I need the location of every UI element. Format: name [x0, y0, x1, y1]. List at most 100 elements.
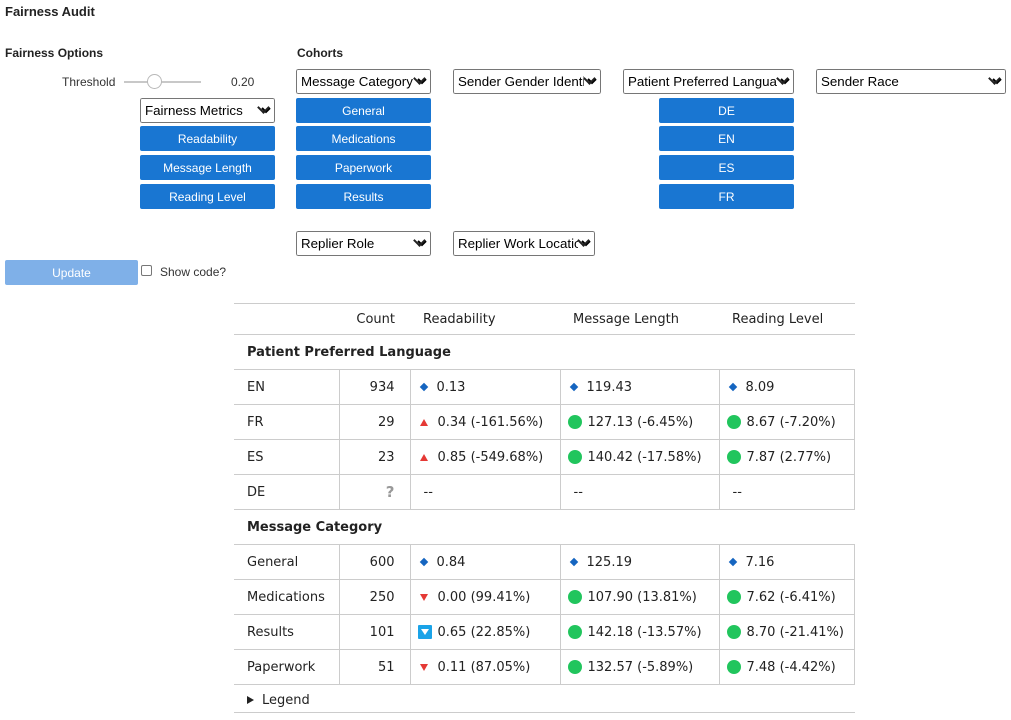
show-code-checkbox[interactable]: [141, 265, 152, 276]
message-category-dropdown[interactable]: Message Category: [296, 69, 431, 94]
metric-value: 8.70 (-21.41%): [746, 624, 844, 640]
cohort-button-fr[interactable]: FR: [659, 184, 794, 209]
level-cell: 8.09: [718, 369, 855, 405]
threshold-value: 0.20: [231, 75, 255, 89]
fairness-metrics-select[interactable]: Fairness Metrics: [140, 98, 275, 123]
replier-role-select[interactable]: Replier Role: [296, 231, 431, 256]
cohorts-heading: Cohorts: [297, 46, 343, 60]
cohort-button-paperwork[interactable]: Paperwork: [296, 155, 431, 180]
count-cell: 29: [338, 404, 411, 440]
metric-value: 0.00 (99.41%): [437, 589, 531, 605]
metric-button-readability[interactable]: Readability: [140, 126, 275, 151]
green-dot-icon: [567, 590, 582, 604]
neutral-diamond-icon: [569, 557, 578, 567]
green-dot-icon: [726, 590, 741, 604]
replier-location-select[interactable]: Replier Work Location: [453, 231, 595, 256]
message-category-select[interactable]: Message Category: [296, 69, 431, 94]
threshold-slider-track[interactable]: [124, 81, 201, 83]
count-cell: ?: [338, 474, 411, 510]
group-row: Patient Preferred Language: [234, 335, 855, 370]
level-cell: 7.48 (-4.42%): [718, 649, 855, 685]
cohort-label: General: [234, 544, 340, 580]
group-title: Patient Preferred Language: [247, 344, 451, 360]
results-table: Count Readability Message Length Reading…: [234, 303, 855, 685]
metric-value: 7.16: [745, 554, 775, 570]
patient-language-dropdown[interactable]: Patient Preferred Language: [623, 69, 794, 94]
readability-cell: 0.00 (99.41%): [409, 579, 561, 615]
sender-gender-dropdown[interactable]: Sender Gender Identity: [453, 69, 601, 94]
patient-language-select[interactable]: Patient Preferred Language: [623, 69, 794, 94]
readability-cell: 0.85 (-549.68%): [409, 439, 561, 475]
replier-role-dropdown[interactable]: Replier Role: [296, 231, 431, 256]
metric-button-message-length[interactable]: Message Length: [140, 155, 275, 180]
sender-race-select[interactable]: Sender Race: [816, 69, 1006, 94]
metric-value: 7.62 (-6.41%): [746, 589, 836, 605]
cohort-button-es[interactable]: ES: [659, 155, 794, 180]
table-row: Paperwork 51 0.11 (87.05%) 132.57 (-5.89%) 7…: [234, 649, 855, 685]
readability-cell: 0.84: [409, 544, 561, 580]
length-cell: 107.90 (13.81%): [559, 579, 720, 615]
replier-location-dropdown[interactable]: Replier Work Location: [453, 231, 595, 256]
threshold-slider-thumb[interactable]: [147, 74, 162, 89]
page-title: Fairness Audit: [5, 4, 95, 19]
neutral-diamond-icon: [728, 557, 737, 567]
cohort-label: DE: [234, 474, 340, 510]
metric-value: --: [423, 484, 433, 500]
cohort-button-general[interactable]: General: [296, 98, 431, 123]
metric-value: 7.87 (2.77%): [746, 449, 832, 465]
metric-value: 125.19: [586, 554, 633, 570]
metric-value: 0.13: [436, 379, 466, 395]
threshold-label: Threshold: [62, 75, 116, 89]
green-dot-icon: [567, 415, 582, 429]
box-down-arrow-icon: [417, 625, 432, 639]
length-cell: 127.13 (-6.45%): [559, 404, 720, 440]
level-cell: --: [718, 474, 855, 510]
count-cell: 934: [338, 369, 411, 405]
length-cell: 119.43: [559, 369, 720, 405]
green-dot-icon: [567, 450, 582, 464]
neutral-diamond-icon: [419, 557, 428, 567]
cohort-label: Paperwork: [234, 649, 340, 685]
cohort-button-medications[interactable]: Medications: [296, 126, 431, 151]
neutral-diamond-icon: [569, 382, 578, 392]
cohort-button-results[interactable]: Results: [296, 184, 431, 209]
legend-toggle[interactable]: Legend: [234, 689, 855, 713]
readability-cell: 0.65 (22.85%): [409, 614, 561, 650]
update-button[interactable]: Update: [5, 260, 138, 285]
table-row: Medications 250 0.00 (99.41%) 107.90 (13.81…: [234, 579, 855, 615]
header-readability: Readability: [410, 303, 560, 335]
group-title: Message Category: [247, 519, 383, 535]
metric-value: 0.65 (22.85%): [437, 624, 531, 640]
metric-value: 0.84: [436, 554, 466, 570]
readability-cell: 0.34 (-161.56%): [409, 404, 561, 440]
count-cell: 101: [338, 614, 411, 650]
expand-arrow-icon: [247, 696, 254, 704]
table-row: FR 29 0.34 (-161.56%) 127.13 (-6.45%) 8.67 (…: [234, 404, 855, 440]
sender-gender-select[interactable]: Sender Gender Identity: [453, 69, 601, 94]
triangle-up-icon: [419, 453, 428, 461]
readability-cell: 0.13: [409, 369, 561, 405]
metric-value: 8.67 (-7.20%): [746, 414, 836, 430]
metric-button-reading-level[interactable]: Reading Level: [140, 184, 275, 209]
table-row: Results 101 0.65 (22.85%) 142.18 (-13.57%) 8…: [234, 614, 855, 650]
level-cell: 8.70 (-21.41%): [718, 614, 855, 650]
cohort-label: Medications: [234, 579, 340, 615]
count-cell: 23: [338, 439, 411, 475]
cohort-button-de[interactable]: DE: [659, 98, 794, 123]
header-message-length: Message Length: [560, 303, 719, 335]
metric-value: 119.43: [586, 379, 633, 395]
cohort-label: ES: [234, 439, 340, 475]
metric-value: --: [573, 484, 583, 500]
table-row: ES 23 0.85 (-549.68%) 140.42 (-17.58%) 7.87 …: [234, 439, 855, 475]
level-cell: 7.87 (2.77%): [718, 439, 855, 475]
metric-value: 0.34 (-161.56%): [437, 414, 544, 430]
level-cell: 8.67 (-7.20%): [718, 404, 855, 440]
header-reading-level: Reading Level: [719, 303, 855, 335]
green-dot-icon: [726, 415, 741, 429]
triangle-down-icon: [419, 663, 428, 671]
fairness-metrics-dropdown[interactable]: Fairness Metrics: [140, 98, 275, 123]
table-row: EN 934 0.13 119.43 8.09: [234, 369, 855, 405]
metric-value: 7.48 (-4.42%): [746, 659, 836, 675]
sender-race-dropdown[interactable]: Sender Race: [816, 69, 1006, 94]
cohort-button-en[interactable]: EN: [659, 126, 794, 151]
